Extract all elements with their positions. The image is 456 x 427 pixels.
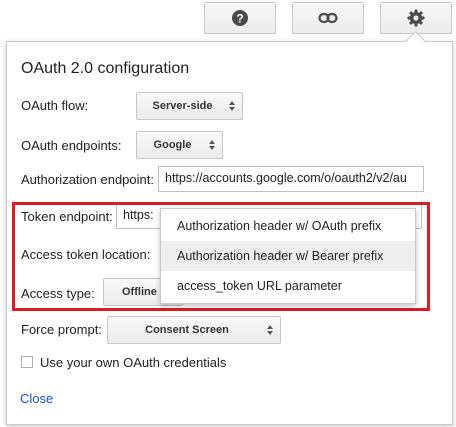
menu-item-oauth-prefix[interactable]: Authorization header w/ OAuth prefix	[161, 211, 415, 241]
select-arrows-icon	[267, 325, 273, 335]
menu-item-url-parameter[interactable]: access_token URL parameter	[161, 271, 415, 301]
panel-title: OAuth 2.0 configuration	[21, 60, 190, 77]
authorization-endpoint-label: Authorization endpoint:	[21, 172, 154, 187]
link-icon	[318, 12, 338, 24]
oauth-endpoints-label: OAuth endpoints:	[21, 138, 122, 153]
oauth-endpoints-select[interactable]: Google	[136, 131, 223, 159]
settings-button[interactable]	[380, 2, 452, 34]
select-arrows-icon	[229, 101, 235, 111]
authorization-endpoint-input[interactable]: https://accounts.google.com/o/oauth2/v2/…	[158, 166, 424, 192]
oauth-flow-value: Server-side	[152, 100, 213, 112]
panel-pointer-inner	[404, 30, 427, 53]
oauth-flow-label: OAuth flow:	[21, 98, 89, 113]
force-prompt-select[interactable]: Consent Screen	[107, 316, 281, 344]
oauth-endpoints-value: Google	[153, 139, 192, 151]
oauth-flow-select[interactable]: Server-side	[136, 92, 243, 120]
close-link[interactable]: Close	[20, 391, 53, 406]
help-button[interactable]: ?	[204, 2, 276, 34]
access-token-location-menu[interactable]: Authorization header w/ OAuth prefix Aut…	[160, 208, 416, 304]
menu-item-bearer-prefix[interactable]: Authorization header w/ Bearer prefix	[161, 241, 415, 271]
select-arrows-icon	[209, 140, 215, 150]
link-button[interactable]	[292, 2, 364, 34]
force-prompt-value: Consent Screen	[145, 324, 229, 336]
own-credentials-label: Use your own OAuth credentials	[40, 355, 227, 370]
force-prompt-label: Force prompt:	[21, 322, 102, 337]
help-circle-icon: ?	[232, 10, 248, 26]
own-credentials-checkbox[interactable]	[21, 356, 33, 368]
gear-icon	[407, 9, 425, 27]
svg-text:?: ?	[236, 12, 243, 26]
